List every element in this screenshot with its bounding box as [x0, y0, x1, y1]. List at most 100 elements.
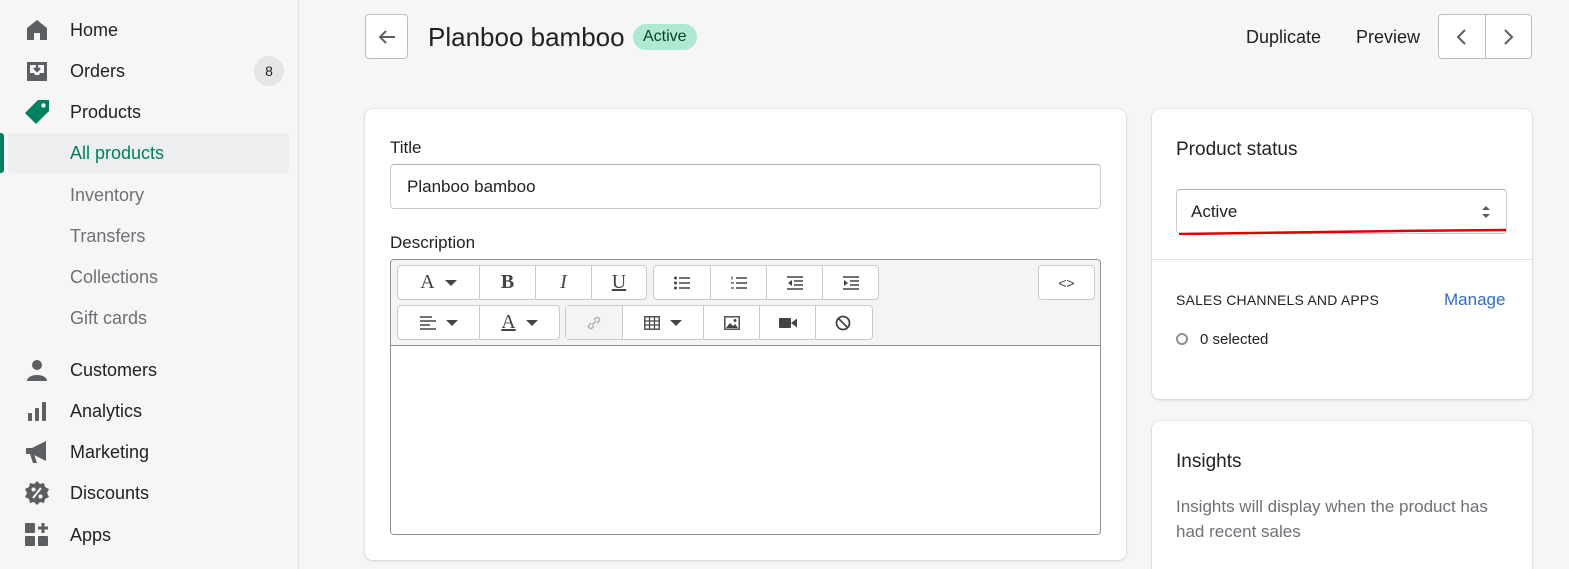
text-format-group: A B I U: [397, 265, 647, 300]
orders-count-badge: 8: [254, 56, 284, 86]
sidebar-item-label: Orders: [70, 60, 126, 81]
arrow-left-icon: [378, 29, 395, 44]
description-label: Description: [390, 233, 476, 252]
home-icon: [24, 17, 50, 43]
circle-icon: [1176, 333, 1188, 345]
description-content-area[interactable]: [391, 346, 1100, 534]
sidebar-item-label: Marketing: [70, 441, 150, 462]
sidebar-item-label: Customers: [70, 359, 158, 380]
divider: [1152, 259, 1532, 260]
text-align-dropdown[interactable]: [398, 306, 479, 339]
chevron-down-icon: [670, 319, 682, 326]
product-details-card: Title Description A B I U: [365, 109, 1126, 560]
sidebar-item-analytics[interactable]: Analytics: [0, 392, 299, 430]
clear-format-icon: [835, 315, 851, 330]
text-color-icon: A: [501, 311, 516, 333]
html-code-button[interactable]: <>: [1039, 266, 1094, 299]
indent-icon: [842, 275, 859, 290]
underline-button[interactable]: U: [591, 266, 646, 299]
sidebar-item-marketing[interactable]: Marketing: [0, 433, 299, 471]
sidebar-item-customers[interactable]: Customers: [0, 351, 299, 389]
discount-icon: [24, 480, 50, 506]
sidebar-item-inventory[interactable]: Inventory: [0, 176, 299, 214]
code-group: <>: [1038, 265, 1095, 300]
sidebar-item-collections[interactable]: Collections: [0, 258, 299, 296]
person-icon: [24, 357, 50, 383]
megaphone-icon: [24, 439, 50, 465]
apps-icon: [24, 522, 50, 548]
insights-card: Insights Insights will display when the …: [1152, 421, 1532, 569]
chevron-left-icon: [1456, 28, 1466, 45]
sidebar-item-products[interactable]: Products: [0, 93, 299, 131]
table-icon: [644, 315, 660, 330]
chevron-right-icon: [1504, 28, 1514, 45]
image-icon: [723, 315, 740, 330]
clear-formatting-button[interactable]: [815, 306, 870, 339]
duplicate-button[interactable]: Duplicate: [1246, 27, 1321, 48]
sidebar-item-label: Transfers: [70, 225, 146, 246]
previous-product-button[interactable]: [1439, 15, 1485, 58]
sidebar-item-apps[interactable]: Apps: [0, 516, 299, 554]
bullet-list-button[interactable]: [654, 266, 710, 299]
title-label: Title: [390, 138, 422, 157]
select-arrows-icon: [1482, 206, 1490, 218]
sidebar-item-home[interactable]: Home: [0, 11, 299, 49]
bold-icon: B: [500, 271, 515, 293]
text-color-dropdown[interactable]: A: [479, 306, 559, 339]
product-status-card: Product status Active SALES CHANNELS AND…: [1152, 109, 1532, 399]
list-group: [653, 265, 879, 300]
sidebar-item-all-products[interactable]: All products: [0, 133, 299, 173]
outdent-button[interactable]: [766, 266, 822, 299]
numbered-list-button[interactable]: [710, 266, 766, 299]
description-editor: A B I U <> A: [390, 259, 1101, 535]
orders-icon: [24, 58, 50, 84]
insert-image-button[interactable]: [703, 306, 759, 339]
sidebar-item-label: Apps: [70, 524, 112, 545]
sidebar-item-label: Collections: [70, 266, 159, 287]
channels-selected-count: 0 selected: [1200, 331, 1269, 348]
video-icon: [778, 317, 797, 328]
align-color-group: A: [397, 305, 560, 340]
next-product-button[interactable]: [1484, 15, 1532, 58]
back-button[interactable]: [365, 14, 408, 59]
sales-channels-heading: SALES CHANNELS AND APPS: [1176, 292, 1380, 308]
insert-link-button[interactable]: [566, 306, 622, 339]
sidebar: Home Orders 8 Products All products Inve…: [0, 0, 299, 569]
chevron-down-icon: [444, 279, 457, 286]
insert-table-dropdown[interactable]: [622, 306, 703, 339]
outdent-icon: [786, 275, 803, 290]
sidebar-item-label: Inventory: [70, 184, 145, 205]
font-style-dropdown[interactable]: A: [398, 266, 479, 299]
numbered-list-icon: [730, 276, 747, 289]
chevron-down-icon: [525, 319, 538, 326]
product-status-title: Product status: [1176, 139, 1298, 160]
sidebar-item-label: Gift cards: [70, 307, 148, 328]
indent-button[interactable]: [822, 266, 878, 299]
sidebar-item-orders[interactable]: Orders 8: [0, 52, 299, 90]
sidebar-item-label: Analytics: [70, 400, 143, 421]
page-title: Planboo bamboo: [428, 22, 625, 52]
link-icon: [587, 316, 601, 329]
italic-icon: I: [560, 271, 567, 293]
italic-button[interactable]: I: [535, 266, 591, 299]
manage-sales-channels-link[interactable]: Manage: [1444, 290, 1505, 310]
insert-group: [565, 305, 873, 340]
sidebar-item-transfers[interactable]: Transfers: [0, 217, 299, 255]
preview-button[interactable]: Preview: [1356, 27, 1420, 48]
bar-chart-icon: [24, 398, 50, 424]
sidebar-item-discounts[interactable]: Discounts: [0, 474, 299, 512]
insert-video-button[interactable]: [759, 306, 815, 339]
align-left-icon: [419, 315, 436, 330]
bold-button[interactable]: B: [479, 266, 535, 299]
tag-icon: [24, 99, 50, 125]
underline-icon: U: [611, 271, 627, 293]
sidebar-item-label: Home: [70, 19, 119, 40]
selected-indicator: [0, 133, 4, 173]
title-input[interactable]: [390, 164, 1101, 209]
insights-title: Insights: [1176, 451, 1242, 472]
editor-toolbar: A B I U <> A: [391, 260, 1100, 346]
font-icon: A: [420, 271, 435, 293]
sidebar-item-gift-cards[interactable]: Gift cards: [0, 299, 299, 337]
sidebar-item-label: Discounts: [70, 482, 150, 503]
sidebar-item-label: Products: [70, 101, 142, 122]
